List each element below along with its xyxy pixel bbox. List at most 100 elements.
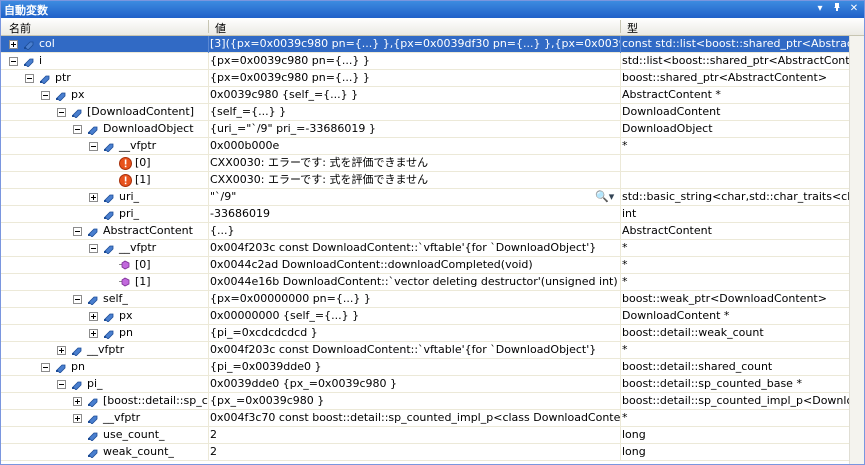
cell-divider bbox=[620, 342, 621, 359]
tree-row[interactable]: DownloadObject {uri_="`/9" pri_=-33686019… bbox=[1, 121, 849, 138]
value-cell[interactable]: -33686019 bbox=[210, 206, 620, 222]
cell-divider bbox=[620, 206, 621, 223]
tree-row[interactable]: __vfptr 0x004f203c const DownloadContent:… bbox=[1, 240, 849, 257]
collapse-icon[interactable] bbox=[41, 363, 50, 372]
expand-icon[interactable] bbox=[57, 346, 66, 355]
value-cell[interactable]: CXX0030: エラーです: 式を評価できません bbox=[210, 172, 620, 188]
vertical-scrollbar[interactable] bbox=[849, 36, 864, 464]
value-cell[interactable]: 0x004f203c const DownloadContent::`vftab… bbox=[210, 240, 620, 256]
error-icon bbox=[119, 157, 132, 170]
expand-icon[interactable] bbox=[89, 193, 98, 202]
tree-row[interactable]: [1] 0x0044e16b DownloadContent::`vector d… bbox=[1, 274, 849, 291]
tree-row[interactable]: [1] CXX0030: エラーです: 式を評価できません bbox=[1, 172, 849, 189]
expand-icon[interactable] bbox=[9, 40, 18, 49]
value-cell[interactable]: 0x004f3c70 const boost::detail::sp_count… bbox=[210, 410, 620, 426]
tree-row[interactable]: [0] CXX0030: エラーです: 式を評価できません bbox=[1, 155, 849, 172]
collapse-icon[interactable] bbox=[73, 227, 82, 236]
cell-divider bbox=[208, 155, 209, 172]
value-cell[interactable]: {px_=0x0039c980 } bbox=[210, 393, 620, 409]
field-icon bbox=[71, 378, 83, 391]
tree-row[interactable]: pri_ -33686019 int bbox=[1, 206, 849, 223]
column-divider[interactable] bbox=[620, 20, 621, 33]
value-cell[interactable]: CXX0030: エラーです: 式を評価できません bbox=[210, 155, 620, 171]
tree-row[interactable]: i {px=0x0039c980 pn={...} } std::list<boos… bbox=[1, 53, 849, 70]
type-cell: std::basic_string<char,std::char_traits<… bbox=[622, 190, 849, 203]
tree-row[interactable]: __vfptr 0x004f3c70 const boost::detail::s… bbox=[1, 410, 849, 427]
value-cell[interactable]: {uri_="`/9" pri_=-33686019 } bbox=[210, 121, 620, 137]
tree-row[interactable]: __vfptr 0x004f203c const DownloadContent:… bbox=[1, 342, 849, 359]
expand-icon[interactable] bbox=[89, 329, 98, 338]
value-cell[interactable]: {...} bbox=[210, 223, 620, 239]
value-cell[interactable]: 0x004f203c const DownloadContent::`vftab… bbox=[210, 342, 620, 358]
variable-name: col bbox=[39, 37, 55, 50]
column-divider[interactable] bbox=[208, 20, 209, 33]
cell-divider bbox=[620, 359, 621, 376]
tree-row[interactable]: ptr {px=0x0039c980 pn={...} } boost::share… bbox=[1, 70, 849, 87]
tree-row[interactable]: self_ {px=0x00000000 pn={...} } boost::wea… bbox=[1, 291, 849, 308]
collapse-icon[interactable] bbox=[89, 244, 98, 253]
value-cell[interactable]: {px=0x0039c980 pn={...} } bbox=[210, 53, 620, 69]
variable-name: [1] bbox=[135, 275, 151, 288]
value-column-header[interactable]: 値 bbox=[215, 20, 226, 36]
name-cell: i bbox=[1, 53, 208, 69]
name-cell: px bbox=[1, 308, 208, 324]
tree-row[interactable]: pi_ 0x0039dde0 {px_=0x0039c980 } boost::de… bbox=[1, 376, 849, 393]
variable-name: px bbox=[119, 309, 133, 322]
tree-row[interactable]: __vfptr 0x000b000e * bbox=[1, 138, 849, 155]
tree-row[interactable]: pn {pi_=0x0039dde0 } boost::detail::shared… bbox=[1, 359, 849, 376]
value-cell[interactable]: 0x000b000e bbox=[210, 138, 620, 154]
collapse-icon[interactable] bbox=[25, 74, 34, 83]
tree-row[interactable]: [DownloadContent] {self_={...} } DownloadC… bbox=[1, 104, 849, 121]
value-cell[interactable]: 0x00000000 {self_={...} } bbox=[210, 308, 620, 324]
variable-name: __vfptr bbox=[119, 241, 157, 254]
field-icon bbox=[71, 106, 83, 119]
dropdown-icon[interactable]: ▾ bbox=[813, 2, 827, 16]
value-cell[interactable]: [3]({px=0x0039c980 pn={...} },{px=0x0039… bbox=[210, 36, 620, 52]
collapse-icon[interactable] bbox=[73, 295, 82, 304]
value-cell[interactable]: {px=0x00000000 pn={...} } bbox=[210, 291, 620, 307]
tree-row[interactable]: pn {pi_=0xcdcdcdcd } boost::detail::weak_c… bbox=[1, 325, 849, 342]
tree-row[interactable]: [boost::detail::sp_c {px_=0x0039c980 } boo… bbox=[1, 393, 849, 410]
value-cell[interactable]: 2 bbox=[210, 427, 620, 443]
collapse-icon[interactable] bbox=[89, 142, 98, 151]
variable-name: weak_count_ bbox=[103, 445, 174, 458]
tree-row[interactable]: weak_count_ 2 long bbox=[1, 444, 849, 461]
value-cell[interactable]: {pi_=0x0039dde0 } bbox=[210, 359, 620, 375]
collapse-icon[interactable] bbox=[57, 380, 66, 389]
tree-row[interactable]: [0] 0x0044c2ad DownloadContent::downloadC… bbox=[1, 257, 849, 274]
collapse-icon[interactable] bbox=[73, 125, 82, 134]
collapse-icon[interactable] bbox=[41, 91, 50, 100]
pin-icon[interactable] bbox=[830, 2, 844, 16]
value-cell[interactable]: 0x0039c980 {self_={...} } bbox=[210, 87, 620, 103]
value-cell[interactable]: 0x0039dde0 {px_=0x0039c980 } bbox=[210, 376, 620, 392]
variable-name: px bbox=[71, 88, 85, 101]
value-cell[interactable]: {px=0x0039c980 pn={...} } bbox=[210, 70, 620, 86]
tree-row[interactable]: use_count_ 2 long bbox=[1, 427, 849, 444]
cell-divider bbox=[620, 138, 621, 155]
tree-row[interactable]: uri_ "`/9" 🔍▾ std::basic_string<char,std::c… bbox=[1, 189, 849, 206]
value-cell[interactable]: 0x0044c2ad DownloadContent::downloadComp… bbox=[210, 257, 620, 273]
variable-name: [boost::detail::sp_c bbox=[103, 394, 208, 407]
value-cell[interactable]: "`/9" bbox=[210, 189, 620, 205]
method-icon bbox=[119, 276, 131, 288]
collapse-icon[interactable] bbox=[9, 57, 18, 66]
tree-row[interactable]: AbstractContent {...} AbstractContent bbox=[1, 223, 849, 240]
type-column-header[interactable]: 型 bbox=[627, 20, 638, 36]
value-cell[interactable]: 0x0044e16b DownloadContent::`vector dele… bbox=[210, 274, 620, 290]
value-cell[interactable]: 2 bbox=[210, 444, 620, 460]
type-cell: DownloadContent * bbox=[622, 309, 730, 322]
field-icon bbox=[103, 310, 115, 323]
value-cell[interactable]: {self_={...} } bbox=[210, 104, 620, 120]
expand-icon[interactable] bbox=[73, 414, 82, 423]
tree-row[interactable]: col [3]({px=0x0039c980 pn={...} },{px=0x0… bbox=[1, 36, 849, 53]
tree-row[interactable]: px 0x00000000 {self_={...} } DownloadConte… bbox=[1, 308, 849, 325]
collapse-icon[interactable] bbox=[57, 108, 66, 117]
close-icon[interactable]: ✕ bbox=[847, 2, 861, 16]
cell-divider bbox=[620, 53, 621, 70]
tree-row[interactable]: px 0x0039c980 {self_={...} } AbstractConte… bbox=[1, 87, 849, 104]
expand-icon[interactable] bbox=[89, 312, 98, 321]
expand-icon[interactable] bbox=[73, 397, 82, 406]
value-cell[interactable]: {pi_=0xcdcdcdcd } bbox=[210, 325, 620, 341]
visualizer-icon[interactable]: 🔍▾ bbox=[595, 190, 614, 203]
name-column-header[interactable]: 名前 bbox=[9, 20, 31, 36]
